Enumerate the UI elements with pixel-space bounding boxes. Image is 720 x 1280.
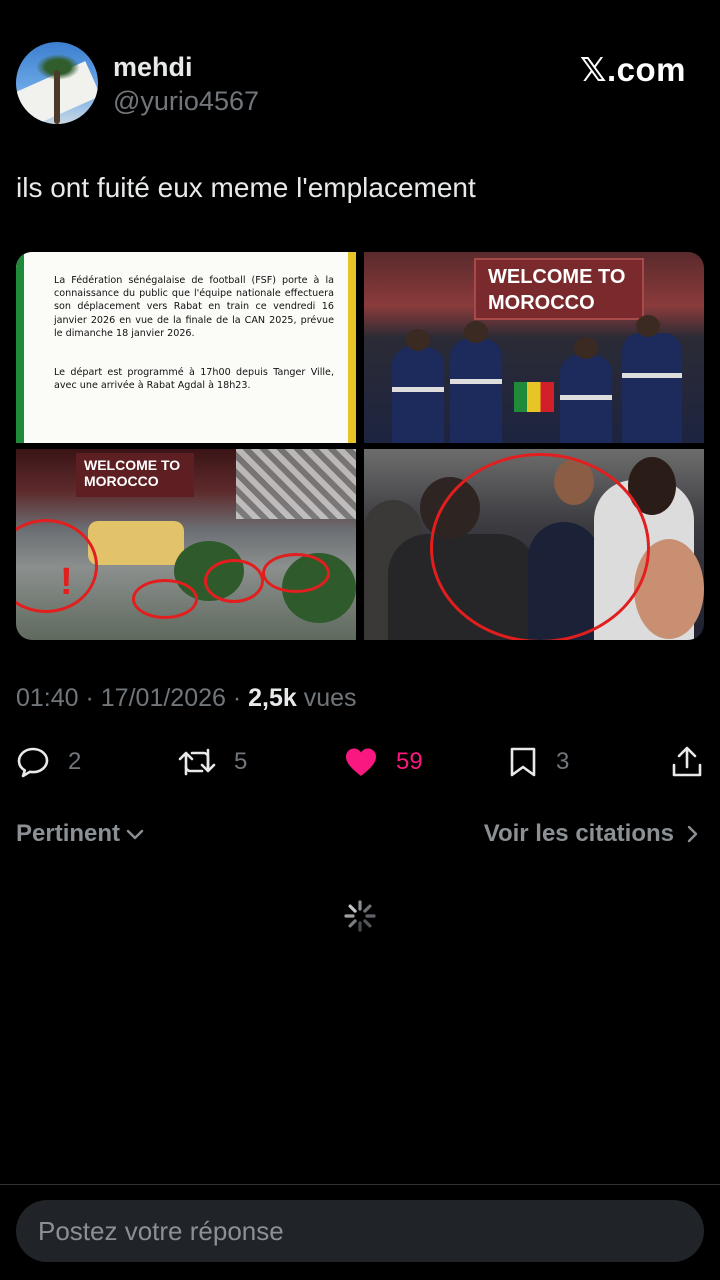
quotes-label: Voir les citations bbox=[483, 820, 674, 847]
bookmark-icon bbox=[510, 747, 536, 777]
document-paragraph-1: La Fédération sénégalaise de football (F… bbox=[54, 275, 334, 339]
tweet-header: mehdi @yurio4567 𝕏.com bbox=[16, 42, 704, 126]
police-officer bbox=[392, 329, 444, 443]
reply-icon bbox=[17, 747, 49, 778]
media-grid: La Fédération sénégalaise de football (F… bbox=[16, 252, 704, 640]
red-circle-annotation bbox=[204, 559, 264, 603]
welcome-banner: WELCOME TO MOROCCO bbox=[76, 453, 194, 497]
media-image-police-crowd[interactable]: WELCOME TO MOROCCO bbox=[364, 252, 704, 443]
view-quotes-link[interactable]: Voir les citations bbox=[484, 820, 704, 848]
bus bbox=[88, 521, 184, 565]
tweet-metadata: 01:40 · 17/01/2026 · 2,5k vues bbox=[16, 684, 357, 713]
avatar-palm-trunk bbox=[54, 70, 60, 124]
yellow-stripe bbox=[348, 252, 356, 443]
x-logo: 𝕏.com bbox=[579, 51, 686, 88]
user-handle[interactable]: @yurio4567 bbox=[113, 86, 259, 117]
action-bar: 2 5 59 3 bbox=[16, 740, 704, 784]
welcome-banner: WELCOME TO MOROCCO bbox=[474, 258, 644, 320]
retweet-count: 5 bbox=[234, 748, 248, 775]
replies-filter-bar: Pertinent Voir les citations bbox=[16, 820, 704, 850]
views-count: 2,5k bbox=[248, 684, 297, 712]
bookmark-button[interactable]: 3 bbox=[508, 740, 569, 784]
exclamation-mark: ! bbox=[60, 561, 73, 603]
red-circle-annotation bbox=[16, 519, 98, 613]
sort-dropdown[interactable]: Pertinent bbox=[16, 820, 146, 848]
like-count: 59 bbox=[396, 748, 423, 775]
reply-button[interactable]: 2 bbox=[16, 740, 81, 784]
share-button[interactable] bbox=[670, 740, 704, 784]
reply-count: 2 bbox=[68, 748, 82, 775]
building-facade bbox=[236, 449, 356, 519]
green-stripe bbox=[16, 252, 24, 443]
avatar[interactable] bbox=[16, 42, 98, 124]
document-paragraph-2: Le départ est programmé à 17h00 depuis T… bbox=[54, 367, 334, 392]
senegal-flag bbox=[514, 382, 554, 412]
police-officer bbox=[622, 315, 682, 443]
media-image-player-crowd[interactable] bbox=[364, 449, 704, 640]
red-circle-annotation bbox=[430, 453, 650, 640]
bookmark-count: 3 bbox=[556, 748, 570, 775]
media-image-street-view[interactable]: WELCOME TO MOROCCO ! bbox=[16, 449, 356, 640]
heart-icon bbox=[346, 748, 376, 776]
separator: · bbox=[225, 684, 249, 712]
police-officer bbox=[560, 337, 612, 443]
separator: · bbox=[78, 684, 101, 712]
reply-composer bbox=[16, 1200, 704, 1262]
tweet-time[interactable]: 01:40 bbox=[16, 684, 79, 712]
sort-label: Pertinent bbox=[16, 820, 121, 847]
retweet-button[interactable]: 5 bbox=[178, 740, 247, 784]
loading-spinner-icon bbox=[343, 899, 377, 933]
media-image-document[interactable]: La Fédération sénégalaise de football (F… bbox=[16, 252, 356, 443]
display-name[interactable]: mehdi bbox=[113, 52, 193, 83]
tweet-text: ils ont fuité eux meme l'emplacement bbox=[16, 172, 476, 203]
like-button[interactable]: 59 bbox=[344, 740, 423, 784]
views-label: vues bbox=[296, 684, 357, 712]
reply-input[interactable] bbox=[38, 1200, 678, 1262]
chevron-down-icon bbox=[126, 829, 144, 840]
divider bbox=[0, 1184, 720, 1185]
police-officer bbox=[450, 321, 502, 443]
red-circle-annotation bbox=[262, 553, 330, 593]
retweet-icon bbox=[178, 748, 216, 776]
share-icon bbox=[672, 746, 702, 777]
tweet-date[interactable]: 17/01/2026 bbox=[101, 684, 226, 712]
chevron-right-icon bbox=[687, 825, 698, 843]
red-circle-annotation bbox=[132, 579, 198, 619]
